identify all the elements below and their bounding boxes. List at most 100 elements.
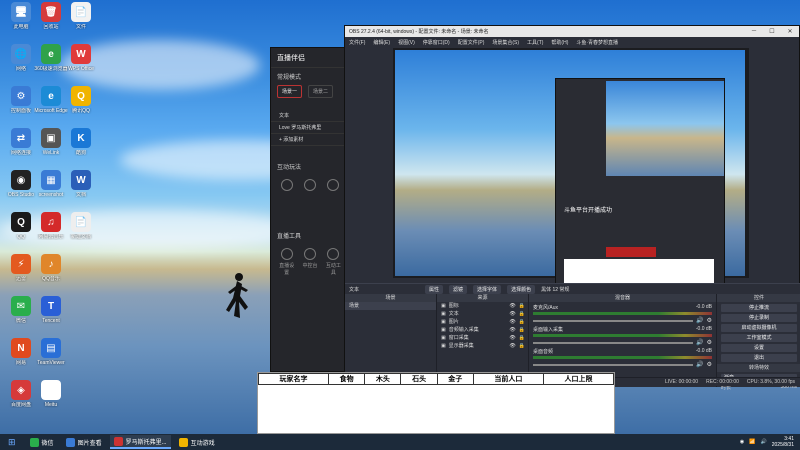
desktop-icon[interactable]: e Microsoft Edge — [34, 86, 68, 114]
desktop-icon[interactable]: ⚡ 迅雷 — [4, 254, 38, 282]
desktop-icon[interactable]: Q 腾讯QQ — [64, 86, 98, 114]
menu-item[interactable]: 编辑(E) — [373, 39, 390, 46]
visibility-icon[interactable]: 👁 — [509, 326, 515, 334]
desktop-icon[interactable]: ▤ TeamViewer — [34, 338, 68, 366]
source-item[interactable]: ▣ 文本 👁 🔒 — [437, 310, 528, 318]
desktop-icon[interactable]: ▦ screenshot — [34, 170, 68, 198]
mode-label[interactable]: 常规模式 — [271, 68, 349, 85]
menu-item[interactable]: 斗鱼·青春梦想直播 — [576, 39, 618, 46]
menu-item[interactable]: 停靠窗口(D) — [423, 39, 450, 46]
control-button[interactable]: 设置 — [721, 344, 797, 352]
gear-icon[interactable]: ⚙ — [707, 339, 712, 346]
control-button[interactable]: 启动虚拟摄像机 — [721, 324, 797, 332]
companion-item-text[interactable]: 文本 — [271, 110, 349, 122]
desktop-icon[interactable]: Q QQ — [4, 212, 38, 240]
tab-scene-one[interactable]: 场景一 — [277, 85, 303, 98]
desktop-icon[interactable]: W WPS Office — [64, 44, 98, 72]
volume-icon[interactable]: 🔊 — [761, 439, 767, 445]
interact-icon[interactable] — [324, 179, 343, 193]
desktop-icon[interactable]: 🗑 回收站 — [34, 2, 68, 30]
desktop-icon[interactable]: 🌐 网络 — [4, 44, 38, 72]
volume-slider[interactable] — [533, 363, 694, 366]
visibility-icon[interactable]: 👁 — [509, 302, 515, 310]
control-button[interactable]: 工作室模式 — [721, 334, 797, 342]
tool-control-panel[interactable]: 中控台 — [300, 248, 319, 276]
desktop-icon[interactable]: ♫ 网易云音乐 — [34, 212, 68, 240]
menu-item[interactable]: 场景集合(S) — [492, 39, 519, 46]
desktop-icon[interactable]: T Tencent — [34, 296, 68, 324]
lock-icon[interactable]: 🔒 — [519, 334, 525, 342]
desktop-icon[interactable]: 🖥 此电脑 — [4, 2, 38, 30]
taskbar-app[interactable]: 罗马斯托弗里... — [109, 435, 171, 449]
desktop-icon[interactable]: M Meitu — [34, 380, 68, 408]
desktop-icon[interactable]: ▣ WeLink — [34, 128, 68, 156]
source-item[interactable]: ▣ 图片 👁 🔒 — [437, 318, 528, 326]
lock-icon[interactable]: 🔒 — [519, 310, 525, 318]
obs-preview[interactable]: 斗鱼平台开播成功 — [393, 48, 749, 289]
taskbar-app[interactable]: 微信 — [26, 435, 58, 449]
visibility-icon[interactable]: 👁 — [509, 310, 515, 318]
app-icon: ▦ — [41, 170, 61, 190]
taskbar-app[interactable]: 互动游戏 — [175, 435, 219, 449]
desktop-icon[interactable]: 📄 新建文档 — [64, 212, 98, 240]
maximize-icon[interactable]: ☐ — [763, 28, 781, 35]
visibility-icon[interactable]: 👁 — [509, 334, 515, 342]
close-icon[interactable]: ✕ — [781, 28, 799, 35]
gear-icon[interactable]: ⚙ — [707, 317, 712, 324]
gear-icon[interactable]: ⚙ — [707, 361, 712, 368]
desktop-icon[interactable]: ♪ QQ音乐 — [34, 254, 68, 282]
menu-item[interactable]: 工具(T) — [527, 39, 543, 46]
source-item[interactable]: ▣ 窗口采集 👁 🔒 — [437, 334, 528, 342]
interact-icon[interactable] — [277, 179, 296, 193]
menu-item[interactable]: 帮助(H) — [551, 39, 568, 46]
clock[interactable]: 3:41 2025/8/31 — [772, 436, 794, 448]
desktop-icon[interactable]: N 网易 — [4, 338, 38, 366]
desktop-icon[interactable]: ⇄ 网络连接 — [4, 128, 38, 156]
tool-live-settings[interactable]: 直播设置 — [277, 248, 296, 276]
taskbar-app[interactable]: 图片查看 — [62, 435, 106, 449]
scene-item[interactable]: 场景 — [345, 302, 436, 310]
desktop-icon[interactable]: 📄 文件 — [64, 2, 98, 30]
visibility-icon[interactable]: 👁 — [509, 342, 515, 350]
source-item[interactable]: ▣ 图标 👁 🔒 — [437, 302, 528, 310]
source-item[interactable]: ▣ 显示器采集 👁 🔒 — [437, 342, 528, 350]
menu-item[interactable]: 文件(F) — [349, 39, 365, 46]
add-source-button[interactable]: + 添加素材 — [271, 134, 349, 146]
start-icon[interactable]: ⊞ — [4, 435, 20, 449]
companion-item-love[interactable]: Love 罗马斯托弗里 — [271, 122, 349, 134]
volume-slider[interactable] — [533, 319, 694, 322]
visibility-icon[interactable]: 👁 — [509, 318, 515, 326]
select-font-button[interactable]: 选择字体 — [473, 284, 502, 294]
tray-icon[interactable]: ◉ — [740, 439, 744, 445]
tool-interact[interactable]: 互动工具 — [324, 248, 343, 276]
minimize-icon[interactable]: ─ — [745, 28, 763, 35]
lock-icon[interactable]: 🔒 — [519, 342, 525, 350]
select-color-button[interactable]: 选择颜色 — [507, 284, 536, 294]
desktop-icon[interactable]: ⚙ 控制面板 — [4, 86, 38, 114]
properties-button[interactable]: 属性 — [425, 284, 444, 294]
desktop-icon[interactable]: W 文档 — [64, 170, 98, 198]
control-button[interactable]: 停止录制 — [721, 314, 797, 322]
speaker-icon[interactable]: 🔊 — [696, 361, 703, 368]
menu-item[interactable]: 视图(V) — [398, 39, 415, 46]
lock-icon[interactable]: 🔒 — [519, 326, 525, 334]
source-item[interactable]: ▣ 音频输入采集 👁 🔒 — [437, 326, 528, 334]
interact-icon[interactable] — [300, 179, 319, 193]
control-button[interactable]: 退出 — [721, 354, 797, 362]
desktop-icon[interactable]: ◈ 百度网盘 — [4, 380, 38, 408]
filters-button[interactable]: 滤镜 — [449, 284, 468, 294]
wifi-icon[interactable]: 📶 — [749, 439, 755, 445]
desktop-icon[interactable]: e 360极速浏览器 — [34, 44, 68, 72]
tab-scene-two[interactable]: 场景二 — [308, 85, 334, 98]
menu-item[interactable]: 配置文件(P) — [458, 39, 485, 46]
desktop-icon[interactable]: ◉ OBS Studio — [4, 170, 38, 198]
desktop-icon[interactable]: ✉ 微信 — [4, 296, 38, 324]
control-button[interactable]: 停止推流 — [721, 304, 797, 312]
lock-icon[interactable]: 🔒 — [519, 302, 525, 310]
volume-slider[interactable] — [533, 341, 694, 344]
speaker-icon[interactable]: 🔊 — [696, 317, 703, 324]
source-label: 图标 — [448, 303, 459, 309]
desktop-icon[interactable]: K 酷狗 — [64, 128, 98, 156]
speaker-icon[interactable]: 🔊 — [696, 339, 703, 346]
lock-icon[interactable]: 🔒 — [519, 318, 525, 326]
